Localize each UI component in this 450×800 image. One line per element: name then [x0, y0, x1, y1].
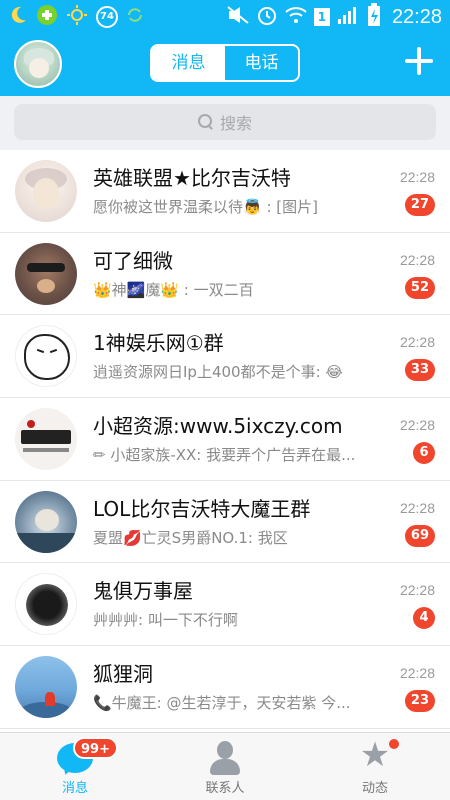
- group-avatar: [15, 325, 77, 388]
- search-placeholder: 搜索: [219, 114, 252, 133]
- conversation-preview: 艸艸艸: 叫一下不行啊: [93, 611, 238, 630]
- app-icon: [36, 4, 58, 30]
- status-bar: 74 1 22:28: [0, 0, 450, 34]
- conversation-time: 22:28: [399, 417, 435, 434]
- conversation-preview: 愿你被这世界温柔以待👼 : [图片]: [93, 198, 318, 216]
- search-bar: 搜索: [0, 96, 450, 150]
- conversation-preview: 📞牛魔王: @生若淳于，天安若紫 今...: [93, 694, 351, 713]
- tab-messages[interactable]: 消息: [152, 46, 225, 80]
- nav-label: 联系人: [205, 781, 245, 796]
- sun-icon: [66, 4, 88, 30]
- contact-avatar: [15, 242, 77, 305]
- conversation-name: 鬼俱万事屋: [93, 579, 193, 604]
- nav-messages[interactable]: 99+ 消息: [0, 733, 150, 800]
- app-header: 消息 电话: [0, 34, 450, 96]
- alarm-icon: [256, 4, 278, 30]
- person-icon: [210, 741, 240, 775]
- conversation-preview: 逍遥资源网日Ip上400都不是个事: 😂: [93, 363, 343, 382]
- unread-badge: 33: [404, 359, 435, 382]
- status-left-icons: 74: [8, 4, 144, 30]
- battery-charging-icon: [366, 3, 382, 31]
- conversation-name: 小超资源:www.5ixczy.com: [93, 414, 343, 439]
- unread-badge: 23: [404, 690, 435, 713]
- signal-icon: [336, 5, 360, 29]
- group-avatar: [15, 490, 77, 553]
- conversation-time: 22:28: [399, 582, 435, 599]
- conversation-time: 22:28: [399, 169, 435, 185]
- sim-icon: 1: [313, 8, 330, 26]
- conversation-row[interactable]: 小超资源:www.5ixczy.com ✏ 小超家族-XX: 我要弄个广告弄在最…: [0, 398, 450, 481]
- notification-74-icon: 74: [96, 6, 118, 28]
- conversation-row[interactable]: 可了细微 👑神🌌魔👑 : 一双二百 22:28 52: [0, 232, 450, 316]
- bottom-nav: 99+ 消息 联系人 ★ 动态: [0, 732, 450, 800]
- conversation-row[interactable]: 英雄联盟★比尔吉沃特 愿你被这世界温柔以待👼 : [图片] 22:28 27: [0, 150, 450, 233]
- conversation-name: 英雄联盟★比尔吉沃特: [93, 166, 291, 190]
- conversation-row[interactable]: 1神娱乐网①群 逍遥资源网日Ip上400都不是个事: 😂 22:28 33: [0, 315, 450, 399]
- star-icon: ★: [359, 735, 391, 775]
- conversation-preview: 👑神🌌魔👑 : 一双二百: [93, 280, 254, 299]
- conversation-preview: ✏ 小超家族-XX: 我要弄个广告弄在最...: [93, 446, 356, 465]
- group-avatar: [15, 656, 77, 719]
- unread-badge: 27: [404, 194, 435, 216]
- search-icon: [197, 114, 214, 130]
- group-avatar: [15, 408, 77, 471]
- add-icon[interactable]: [402, 44, 436, 78]
- status-right-icons: 1 22:28: [226, 3, 442, 31]
- group-avatar: [15, 160, 77, 222]
- unread-badge: 52: [404, 276, 435, 299]
- conversation-name: 可了细微: [93, 248, 173, 273]
- avatar-face: [29, 58, 49, 78]
- search-input[interactable]: 搜索: [14, 104, 436, 140]
- group-avatar: [15, 573, 77, 636]
- recycle-icon: [126, 6, 144, 28]
- conversation-time: 22:28: [399, 334, 435, 351]
- my-avatar[interactable]: [14, 40, 62, 88]
- clock: 22:28: [391, 5, 442, 28]
- wifi-icon: [284, 5, 308, 29]
- moon-icon: [8, 5, 28, 29]
- nav-label: 动态: [361, 781, 388, 796]
- conversation-row[interactable]: 鬼俱万事屋 艸艸艸: 叫一下不行啊 22:28 4: [0, 563, 450, 647]
- segmented-control: 消息 电话: [150, 44, 300, 82]
- conversation-preview: 夏盟💋亡灵S男爵NO.1: 我区: [93, 528, 288, 547]
- mute-icon: [226, 5, 250, 29]
- conversation-time: 22:28: [399, 665, 435, 682]
- conversation-name: LOL比尔吉沃特大魔王群: [93, 496, 311, 521]
- conversation-name: 1神娱乐网①群: [93, 331, 224, 356]
- conversation-name: 狐狸洞: [93, 662, 153, 687]
- conversation-time: 22:28: [399, 499, 435, 516]
- nav-contacts[interactable]: 联系人: [150, 733, 300, 800]
- unread-badge: 4: [413, 607, 435, 630]
- tab-calls[interactable]: 电话: [225, 46, 298, 80]
- nav-moments[interactable]: ★ 动态: [300, 733, 450, 800]
- new-dot: [389, 739, 399, 749]
- conversation-time: 22:28: [399, 251, 435, 268]
- nav-label: 消息: [61, 781, 88, 796]
- unread-badge: 69: [404, 524, 435, 547]
- conversation-row[interactable]: 狐狸洞 📞牛魔王: @生若淳于，天安若紫 今... 22:28 23: [0, 646, 450, 729]
- conversation-list: 英雄联盟★比尔吉沃特 愿你被这世界温柔以待👼 : [图片] 22:28 27 可…: [0, 150, 450, 729]
- unread-badge: 6: [413, 442, 435, 465]
- messages-badge: 99+: [73, 737, 118, 759]
- conversation-row[interactable]: LOL比尔吉沃特大魔王群 夏盟💋亡灵S男爵NO.1: 我区 22:28 69: [0, 480, 450, 564]
